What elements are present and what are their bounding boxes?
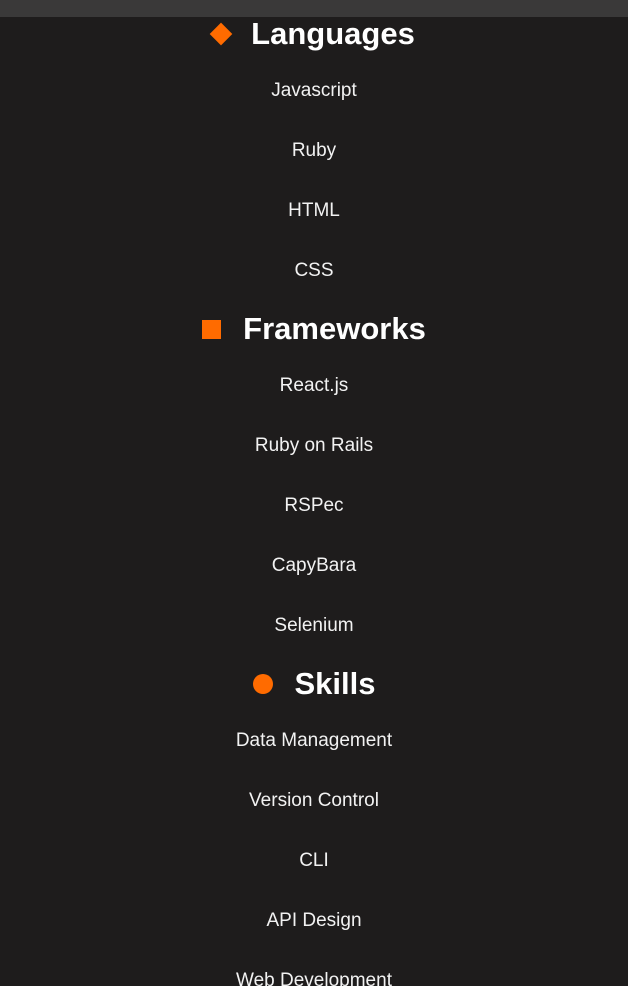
section-heading-skills: Skills bbox=[0, 664, 628, 704]
list-item: Version Control bbox=[249, 790, 379, 811]
skills-list: Data Management Version Control CLI API … bbox=[0, 731, 628, 986]
list-item: API Design bbox=[266, 910, 362, 931]
skills-page: Languages Javascript Ruby HTML CSS Frame… bbox=[0, 0, 628, 986]
list-item: CapyBara bbox=[271, 555, 357, 576]
square-icon bbox=[202, 319, 222, 339]
frameworks-list: React.js Ruby on Rails RSPec CapyBara Se… bbox=[0, 376, 628, 676]
list-item: React.js bbox=[279, 375, 349, 396]
list-item: Ruby bbox=[291, 140, 337, 161]
list-item: Web Development bbox=[236, 970, 392, 986]
section-title: Languages bbox=[251, 16, 415, 51]
section-title: Skills bbox=[294, 666, 376, 701]
section-skills: Skills Data Management Version Control C… bbox=[0, 664, 628, 986]
list-item: Data Management bbox=[235, 730, 393, 751]
section-frameworks: Frameworks React.js Ruby on Rails RSPec … bbox=[0, 309, 628, 676]
diamond-icon bbox=[209, 22, 233, 46]
section-heading-languages: Languages bbox=[0, 14, 628, 54]
list-item: Javascript bbox=[271, 80, 357, 101]
list-item: HTML bbox=[288, 200, 340, 221]
list-item: CLI bbox=[299, 850, 329, 871]
list-item: RSPec bbox=[284, 495, 344, 516]
section-heading-frameworks: Frameworks bbox=[0, 309, 628, 349]
list-item: Ruby on Rails bbox=[254, 435, 374, 456]
languages-list: Javascript Ruby HTML CSS bbox=[0, 81, 628, 321]
section-title: Frameworks bbox=[243, 311, 426, 346]
section-languages: Languages Javascript Ruby HTML CSS bbox=[0, 14, 628, 321]
circle-icon bbox=[252, 674, 273, 694]
